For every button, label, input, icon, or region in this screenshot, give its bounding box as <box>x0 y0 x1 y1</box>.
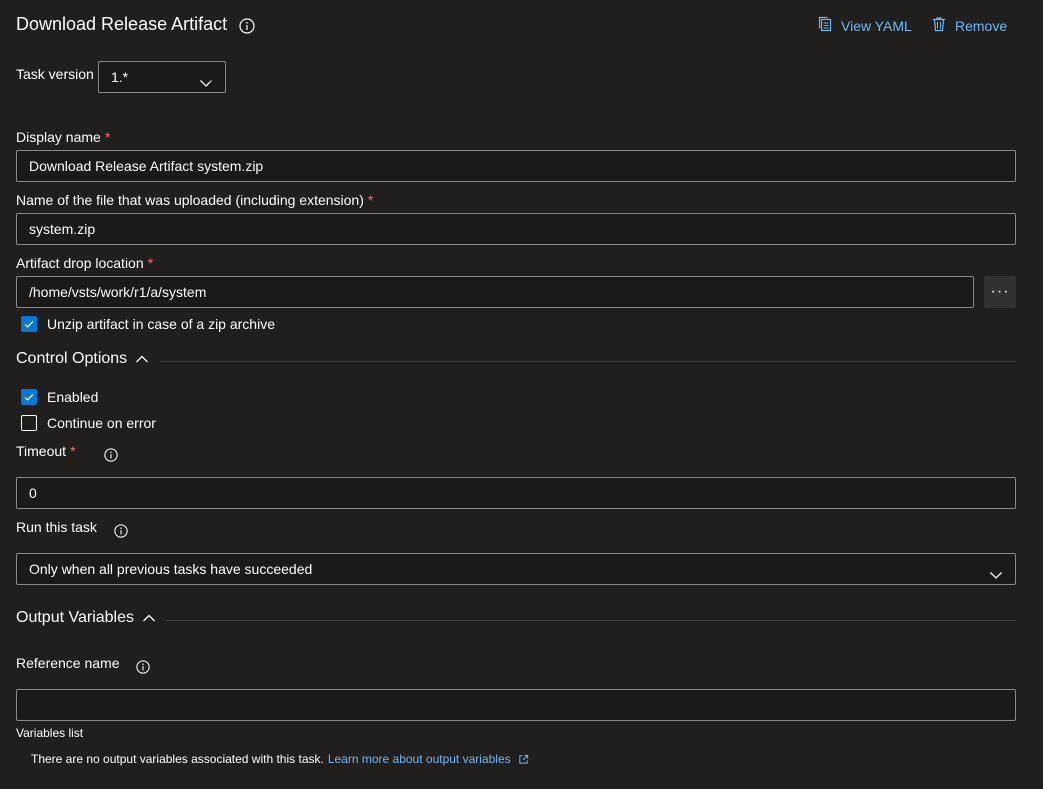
drop-location-input[interactable]: /home/vsts/work/r1/a/system <box>16 276 974 308</box>
display-name-input[interactable]: Download Release Artifact system.zip <box>16 150 1016 182</box>
check-icon <box>24 320 34 328</box>
drop-location-label-text: Artifact drop location <box>16 255 144 271</box>
file-name-label: Name of the file that was uploaded (incl… <box>16 192 373 208</box>
unzip-checkbox[interactable] <box>21 316 37 332</box>
output-variables-message: There are no output variables associated… <box>31 752 529 766</box>
remove-label: Remove <box>955 17 1008 34</box>
drop-location-label: Artifact drop location * <box>16 255 153 271</box>
variables-list-label: Variables list <box>16 726 84 740</box>
file-name-label-text: Name of the file that was uploaded (incl… <box>16 192 364 208</box>
chevron-up-icon[interactable] <box>135 352 149 366</box>
reference-name-label: Reference name <box>16 655 120 671</box>
divider <box>166 620 1016 621</box>
chevron-down-icon <box>199 70 213 87</box>
required-mark: * <box>104 129 111 145</box>
view-yaml-label: View YAML <box>841 17 912 34</box>
unzip-checkbox-row[interactable]: Unzip artifact in case of a zip archive <box>21 316 275 332</box>
task-version-value: 1.* <box>111 69 129 85</box>
copy-icon <box>817 16 833 35</box>
file-name-input[interactable]: system.zip <box>16 213 1016 245</box>
run-this-task-label: Run this task <box>16 519 97 535</box>
continue-on-error-label: Continue on error <box>47 415 156 431</box>
chevron-up-icon[interactable] <box>142 611 156 625</box>
display-name-label-text: Display name <box>16 129 101 145</box>
timeout-label: Timeout * <box>16 443 76 459</box>
task-version-label: Task version <box>16 66 94 82</box>
browse-button[interactable]: ··· <box>984 276 1016 308</box>
output-variables-header[interactable]: Output Variables <box>16 609 156 627</box>
divider <box>160 361 1016 362</box>
run-this-task-select[interactable]: Only when all previous tasks have succee… <box>16 553 1016 585</box>
unzip-label: Unzip artifact in case of a zip archive <box>47 316 275 332</box>
required-mark: * <box>147 255 154 271</box>
reference-name-input[interactable] <box>16 689 1016 721</box>
check-icon <box>24 393 34 401</box>
external-link-icon[interactable] <box>518 754 529 765</box>
control-options-header[interactable]: Control Options <box>16 350 149 368</box>
info-icon[interactable] <box>136 660 150 674</box>
chevron-down-icon <box>989 562 1003 579</box>
required-mark: * <box>70 443 76 459</box>
trash-icon <box>931 16 947 35</box>
enabled-checkbox-row[interactable]: Enabled <box>21 389 98 405</box>
required-mark: * <box>367 192 374 208</box>
view-yaml-button[interactable]: View YAML <box>817 16 912 35</box>
info-icon[interactable] <box>239 17 255 34</box>
run-this-task-value: Only when all previous tasks have succee… <box>29 561 313 577</box>
timeout-input[interactable]: 0 <box>16 477 1016 509</box>
task-version-select[interactable]: 1.* <box>98 61 226 93</box>
output-variables-title: Output Variables <box>16 609 134 626</box>
remove-button[interactable]: Remove <box>931 16 1007 35</box>
continue-on-error-checkbox[interactable] <box>21 415 37 431</box>
enabled-label: Enabled <box>47 389 99 405</box>
empty-message: There are no output variables associated… <box>31 752 324 766</box>
page-title-text: Download Release Artifact <box>16 14 228 34</box>
enabled-checkbox[interactable] <box>21 389 37 405</box>
info-icon[interactable] <box>114 524 128 538</box>
display-name-label: Display name * <box>16 129 110 145</box>
continue-on-error-row[interactable]: Continue on error <box>21 415 156 431</box>
info-icon[interactable] <box>104 448 118 462</box>
learn-more-link[interactable]: Learn more about output variables <box>328 752 511 766</box>
page-title: Download Release Artifact <box>16 14 255 35</box>
control-options-title: Control Options <box>16 350 128 367</box>
timeout-label-text: Timeout <box>16 443 67 459</box>
